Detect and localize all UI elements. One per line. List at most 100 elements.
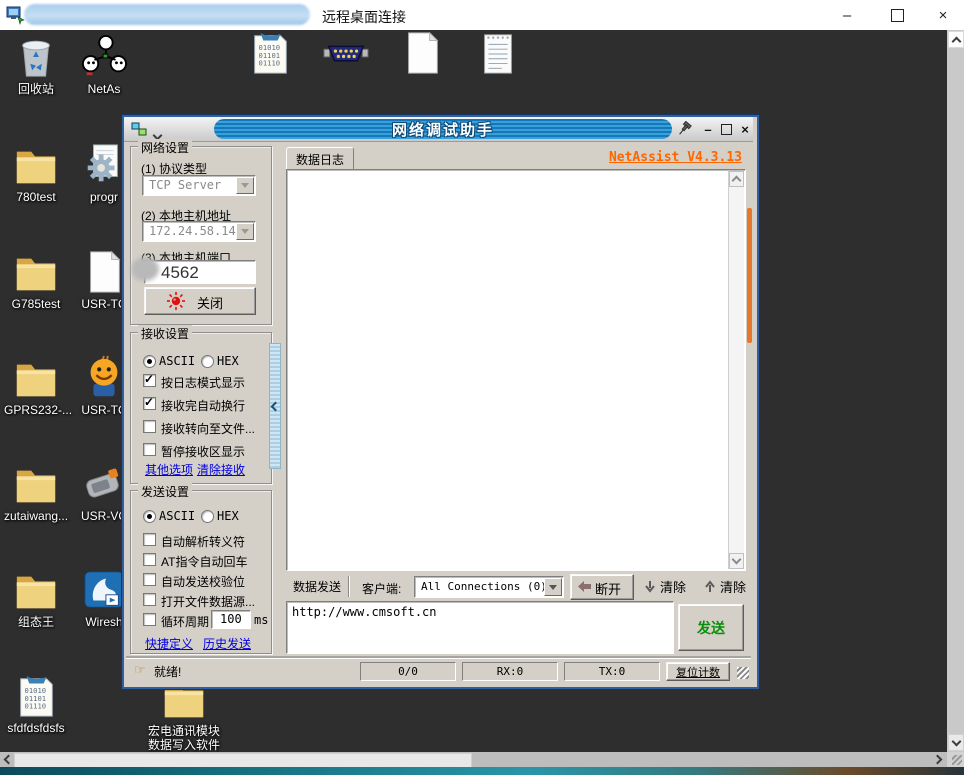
recv-ascii-label: ASCII	[159, 354, 195, 368]
other-options-link[interactable]: 其他选项	[145, 461, 193, 478]
serial-port-icon	[323, 32, 369, 78]
rdp-title: 远程桌面连接	[322, 7, 406, 27]
clear-receive-button[interactable]: 清除	[644, 577, 686, 596]
desktop-icon-gprs232[interactable]: GPRS232-...	[4, 355, 68, 417]
disconnect-button[interactable]: 断开	[570, 574, 634, 600]
desktop-icon-g785test[interactable]: G785test	[4, 249, 68, 311]
log-mode-checkbox[interactable]	[143, 374, 156, 387]
loop-period-label: 循环周期	[161, 613, 209, 630]
scroll-up-icon[interactable]	[948, 31, 964, 48]
desktop-icon-serial-port[interactable]	[314, 32, 378, 78]
host-combobox[interactable]: 172.24.58.140	[142, 221, 256, 242]
pin-icon[interactable]	[676, 121, 692, 137]
app-minimize-icon[interactable]: –	[700, 121, 716, 137]
recv-hex-radio[interactable]	[201, 355, 214, 368]
clear-send-button[interactable]: 清除	[704, 577, 746, 596]
program-gear-icon	[81, 142, 127, 188]
status-tx: TX:0	[564, 662, 660, 681]
desktop-icon-label: zutaiwang...	[4, 509, 68, 523]
recv-to-file-checkbox[interactable]	[143, 420, 156, 433]
send-input-area[interactable]: http://www.cmsoft.cn	[286, 601, 674, 654]
window-resize-grip[interactable]	[737, 667, 749, 679]
loop-period-value: 100	[220, 612, 242, 626]
loop-period-input[interactable]: 100	[211, 610, 251, 629]
desktop-icon-netassist[interactable]: NetAs	[72, 34, 136, 96]
receive-settings-group: 接收设置 ASCII HEX 按日志模式显示 接收完自动换行 接收转向至文件..…	[130, 332, 272, 484]
desktop-icon-label: 780test	[4, 190, 68, 204]
scroll-down-icon[interactable]	[948, 734, 964, 751]
send-hex-radio[interactable]	[201, 510, 214, 523]
binary-file-icon: 01010 01101 01110	[13, 673, 59, 719]
host-value: 172.24.58.140	[149, 224, 243, 238]
auto-linefeed-checkbox[interactable]	[143, 397, 156, 410]
desktop-icon-recycle-bin[interactable]: 回收站	[4, 34, 68, 96]
netassist-titlebar[interactable]: 网络调试助手 – ×	[124, 117, 753, 142]
desktop-icon-zutaiwang-king[interactable]: 组态王	[4, 567, 68, 629]
recv-ascii-radio[interactable]	[143, 355, 156, 368]
desktop: 回收站 NetAs 780test	[0, 30, 947, 752]
history-send-link[interactable]: 历史发送	[203, 635, 251, 652]
status-ready-text: 就绪!	[154, 663, 181, 680]
loop-period-unit: ms	[254, 613, 268, 627]
desktop-icon-label: GPRS232-...	[4, 403, 68, 417]
at-cr-checkbox[interactable]	[143, 553, 156, 566]
data-log-area[interactable]	[286, 169, 746, 571]
desktop-vscrollbar[interactable]	[947, 30, 964, 752]
version-link[interactable]: NetAssist V4.3.13	[554, 150, 742, 165]
disconnect-label: 断开	[595, 579, 621, 598]
reset-count-button[interactable]: 复位计数	[666, 662, 730, 681]
protocol-combobox[interactable]: TCP Server	[142, 175, 256, 196]
maximize-icon[interactable]	[880, 0, 914, 30]
netassist-window: 网络调试助手 – × 网络设置 (1) 协议类型 TCP Server	[122, 115, 759, 689]
quick-define-link[interactable]: 快捷定义	[145, 635, 193, 652]
dropdown-arrow-icon[interactable]	[236, 177, 254, 194]
checkbox-label: 自动解析转义符	[161, 533, 245, 550]
notepad-icon	[475, 30, 521, 76]
desktop-icon-zutaiwang[interactable]: zutaiwang...	[4, 461, 68, 523]
send-ascii-radio[interactable]	[143, 510, 156, 523]
clear-receive-link[interactable]: 清除接收	[197, 461, 245, 478]
send-button[interactable]: 发送	[678, 604, 744, 651]
scroll-left-icon[interactable]	[0, 752, 13, 767]
desktop-icon-780test[interactable]: 780test	[4, 142, 68, 204]
close-icon[interactable]: ×	[926, 0, 960, 30]
folder-icon	[13, 567, 59, 613]
tab-data-log[interactable]: 数据日志	[286, 147, 354, 170]
side-orange-scroll-thumb[interactable]	[747, 208, 752, 343]
dropdown-arrow-icon[interactable]	[236, 223, 254, 240]
app-maximize-icon[interactable]	[718, 121, 734, 137]
hscroll-thumb[interactable]	[14, 753, 472, 768]
log-scrollbar[interactable]	[728, 171, 744, 569]
scroll-right-icon[interactable]	[932, 752, 946, 767]
send-input-text: http://www.cmsoft.cn	[292, 605, 437, 619]
desktop-icon-label: 回收站	[4, 82, 68, 96]
loop-period-checkbox[interactable]	[143, 613, 156, 626]
checkbox-label: 接收完自动换行	[161, 397, 245, 414]
app-system-menu-icon[interactable]	[131, 122, 147, 136]
wallpaper-strip	[0, 767, 964, 775]
pause-display-checkbox[interactable]	[143, 443, 156, 456]
connection-close-button[interactable]: 关闭	[144, 287, 256, 315]
minimize-icon[interactable]: –	[830, 0, 864, 30]
desktop-icon-notepad-doc[interactable]	[466, 30, 530, 76]
group-title: 接收设置	[138, 325, 192, 342]
scroll-down-icon[interactable]	[729, 553, 744, 569]
port-input[interactable]: 4562	[144, 260, 256, 284]
client-combobox[interactable]: All Connections (0)	[414, 576, 564, 598]
scrollbar-corner-grip[interactable]	[947, 752, 964, 767]
app-title-band: 网络调试助手	[214, 119, 672, 139]
desktop-icon-sfdfdsfdsfs[interactable]: 01010 01101 01110 sfdfdsfdsfs	[4, 673, 68, 735]
auto-escape-checkbox[interactable]	[143, 533, 156, 546]
file-source-checkbox[interactable]	[143, 593, 156, 606]
desktop-icon-blank-doc[interactable]	[390, 30, 454, 76]
close-button-label: 关闭	[197, 293, 223, 312]
checkbox-label: 按日志模式显示	[161, 374, 245, 391]
panel-collapse-handle[interactable]	[269, 343, 281, 469]
desktop-icon-capture-file[interactable]: 01010 01101 01110	[238, 30, 302, 76]
auto-checksum-checkbox[interactable]	[143, 573, 156, 586]
dropdown-arrow-icon[interactable]	[544, 578, 562, 596]
desktop-hscrollbar[interactable]	[0, 752, 947, 767]
app-close-icon[interactable]: ×	[737, 121, 753, 137]
scroll-up-icon[interactable]	[729, 171, 744, 187]
tab-data-send[interactable]: 数据发送	[286, 576, 349, 597]
